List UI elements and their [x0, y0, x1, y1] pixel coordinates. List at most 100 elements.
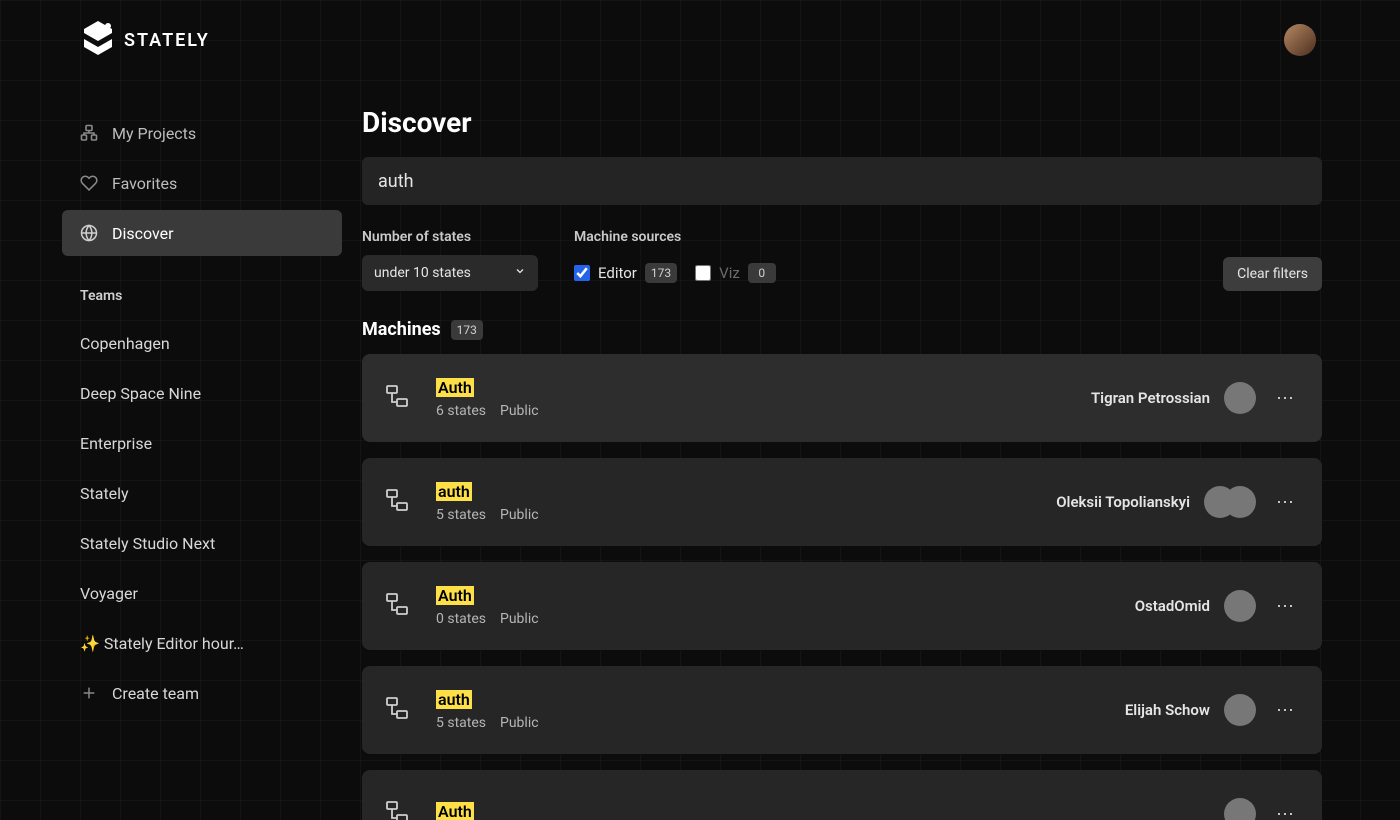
team-item[interactable]: Enterprise	[62, 420, 342, 466]
source-viz[interactable]: Viz 0	[695, 263, 776, 283]
filter-label: Machine sources	[574, 229, 776, 245]
team-item[interactable]: Deep Space Nine	[62, 370, 342, 416]
results-list: Auth 6 states Public Tigran Petrossian ⋯ aut…	[362, 354, 1322, 820]
select-value: under 10 states	[374, 265, 471, 281]
result-body: Auth	[436, 802, 474, 820]
result-meta: 5 states Public	[436, 715, 539, 731]
machines-count: 173	[451, 320, 483, 340]
team-item[interactable]: ✨ Stately Editor hour…	[62, 620, 342, 666]
result-author: OstadOmid	[1135, 597, 1210, 615]
source-editor[interactable]: Editor 173	[574, 263, 677, 283]
result-body: auth 5 states Public	[436, 690, 539, 731]
author-avatar	[1224, 590, 1256, 622]
source-label: Viz	[719, 264, 740, 282]
author-avatar	[1224, 798, 1256, 820]
nav-label: Discover	[112, 224, 174, 243]
team-item[interactable]: Stately Studio Next	[62, 520, 342, 566]
nav-discover[interactable]: Discover	[62, 210, 342, 256]
filter-label: Number of states	[362, 229, 538, 245]
filter-machine-sources: Machine sources Editor 173 Viz 0	[574, 229, 776, 291]
result-meta: 0 states Public	[436, 611, 539, 627]
chevron-down-icon	[514, 265, 526, 281]
source-count: 0	[748, 263, 776, 283]
result-title: auth	[436, 690, 539, 709]
result-states: 5 states	[436, 507, 486, 523]
result-card[interactable]: auth 5 states Public Oleksii Topolianskyi ⋯	[362, 458, 1322, 546]
clear-filters-button[interactable]: Clear filters	[1223, 257, 1322, 291]
result-visibility: Public	[500, 403, 539, 419]
result-states: 0 states	[436, 611, 486, 627]
result-right: Tigran Petrossian ⋯	[1091, 382, 1300, 414]
avatar-stack	[1224, 694, 1256, 726]
result-right: Elijah Schow ⋯	[1125, 694, 1300, 726]
result-author: Oleksii Topolianskyi	[1056, 493, 1190, 511]
account-avatar[interactable]	[1284, 24, 1316, 56]
team-item[interactable]: Copenhagen	[62, 320, 342, 366]
sidebar: My Projects Favorites Discover Teams Cop…	[62, 80, 342, 820]
nav-label: Favorites	[112, 174, 177, 193]
result-meta: 5 states Public	[436, 507, 539, 523]
more-icon[interactable]: ⋯	[1270, 492, 1300, 513]
team-item[interactable]: Voyager	[62, 570, 342, 616]
author-avatar	[1224, 486, 1256, 518]
more-icon[interactable]: ⋯	[1270, 700, 1300, 721]
result-visibility: Public	[500, 715, 539, 731]
projects-icon	[80, 124, 98, 142]
result-card[interactable]: Auth ⋯	[362, 770, 1322, 820]
states-select[interactable]: under 10 states	[362, 255, 538, 291]
heart-icon	[80, 174, 98, 192]
create-team[interactable]: Create team	[62, 670, 342, 716]
brand[interactable]: STATELY	[84, 21, 210, 59]
result-title: auth	[436, 482, 539, 501]
result-author: Elijah Schow	[1125, 701, 1210, 719]
result-card[interactable]: Auth 0 states Public OstadOmid ⋯	[362, 562, 1322, 650]
author-avatar	[1224, 694, 1256, 726]
more-icon[interactable]: ⋯	[1270, 596, 1300, 617]
result-states: 6 states	[436, 403, 486, 419]
create-team-label: Create team	[112, 684, 199, 703]
avatar-stack	[1224, 382, 1256, 414]
plus-icon	[80, 684, 98, 702]
nav-favorites[interactable]: Favorites	[62, 160, 342, 206]
source-viz-checkbox[interactable]	[695, 265, 711, 281]
result-title: Auth	[436, 378, 539, 397]
globe-icon	[80, 224, 98, 242]
nav-my-projects[interactable]: My Projects	[62, 110, 342, 156]
result-body: auth 5 states Public	[436, 482, 539, 523]
result-body: Auth 6 states Public	[436, 378, 539, 419]
page-title: Discover	[362, 106, 1322, 139]
topbar: STATELY	[0, 0, 1400, 80]
team-item[interactable]: Stately	[62, 470, 342, 516]
result-author: Tigran Petrossian	[1091, 389, 1210, 407]
brand-name: STATELY	[124, 30, 210, 51]
nav-label: My Projects	[112, 124, 196, 143]
logo-icon	[84, 21, 112, 59]
result-states: 5 states	[436, 715, 486, 731]
result-meta: 6 states Public	[436, 403, 539, 419]
search-input[interactable]	[362, 157, 1322, 205]
machines-heading: Machines 173	[362, 319, 1322, 340]
result-right: Oleksii Topolianskyi ⋯	[1056, 486, 1300, 518]
result-body: Auth 0 states Public	[436, 586, 539, 627]
filters: Number of states under 10 states Machine…	[362, 229, 1322, 291]
more-icon[interactable]: ⋯	[1270, 388, 1300, 409]
result-visibility: Public	[500, 611, 539, 627]
source-label: Editor	[598, 264, 637, 282]
machine-icon	[384, 382, 418, 414]
result-title: Auth	[436, 586, 539, 605]
source-count: 173	[645, 263, 677, 283]
source-editor-checkbox[interactable]	[574, 265, 590, 281]
avatar-stack	[1224, 590, 1256, 622]
teams-heading: Teams	[62, 260, 342, 316]
filter-number-of-states: Number of states under 10 states	[362, 229, 538, 291]
avatar-stack	[1224, 798, 1256, 820]
machine-icon	[384, 590, 418, 622]
more-icon[interactable]: ⋯	[1270, 804, 1300, 820]
avatar-stack	[1204, 486, 1256, 518]
main: Discover Number of states under 10 state…	[342, 80, 1400, 820]
result-visibility: Public	[500, 507, 539, 523]
result-card[interactable]: auth 5 states Public Elijah Schow ⋯	[362, 666, 1322, 754]
author-avatar	[1224, 382, 1256, 414]
result-card[interactable]: Auth 6 states Public Tigran Petrossian ⋯	[362, 354, 1322, 442]
machine-icon	[384, 798, 418, 820]
